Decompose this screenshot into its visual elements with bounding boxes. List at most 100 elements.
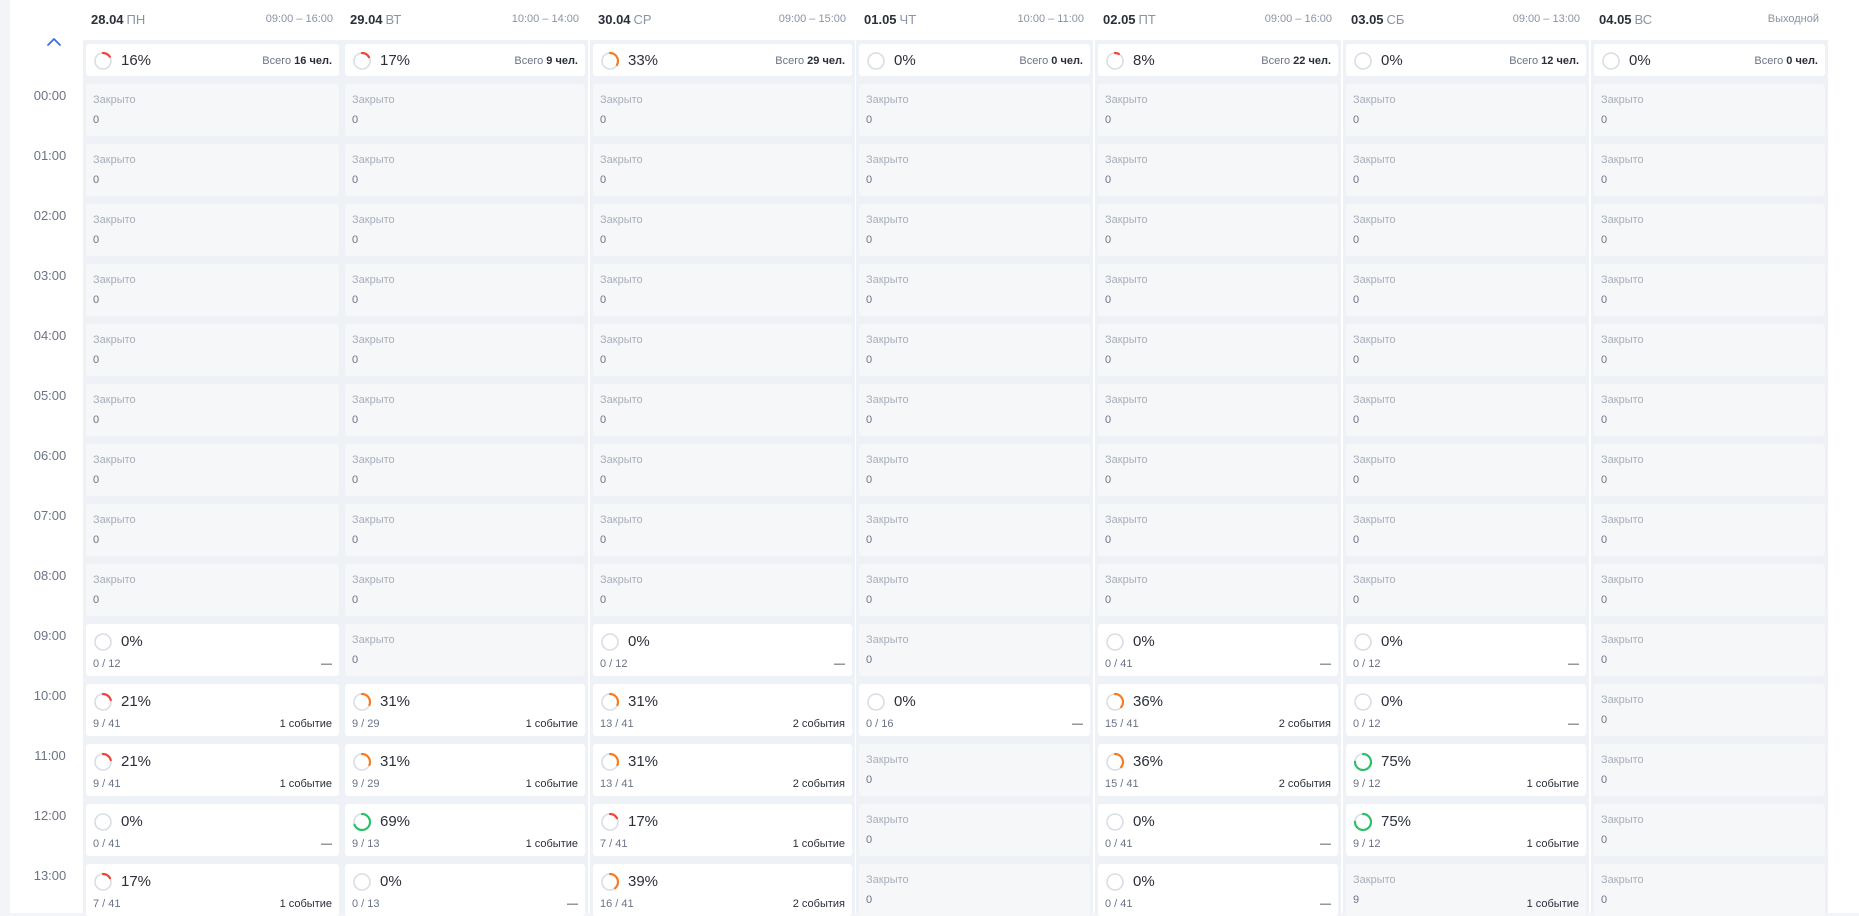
day-summary[interactable]: 0% Всего 12 чел.: [1346, 44, 1586, 76]
slot-closed[interactable]: Закрыто 0: [345, 204, 585, 256]
slot-closed[interactable]: Закрыто 0: [1594, 744, 1825, 796]
slot-closed[interactable]: Закрыто 0: [1594, 384, 1825, 436]
slot-closed[interactable]: Закрыто 0: [859, 444, 1090, 496]
slot-closed[interactable]: Закрыто 0: [593, 504, 852, 556]
slot-closed[interactable]: Закрыто 0: [593, 144, 852, 196]
slot-cell[interactable]: 0% 0 / 16 —: [859, 684, 1090, 736]
slot-closed[interactable]: Закрыто 0: [1098, 444, 1338, 496]
slot-closed[interactable]: Закрыто 0: [345, 84, 585, 136]
slot-cell[interactable]: 0% 0 / 12 —: [1346, 624, 1586, 676]
slot-closed[interactable]: Закрыто 0: [1346, 564, 1586, 616]
slot-cell[interactable]: 0% 0 / 41 —: [1098, 864, 1338, 916]
slot-cell[interactable]: 69% 9 / 13 1 событие: [345, 804, 585, 856]
slot-closed[interactable]: Закрыто 0: [859, 264, 1090, 316]
slot-closed[interactable]: Закрыто 0: [1346, 504, 1586, 556]
slot-cell[interactable]: 36% 15 / 41 2 события: [1098, 744, 1338, 796]
slot-cell[interactable]: 31% 9 / 29 1 событие: [345, 744, 585, 796]
slot-closed[interactable]: Закрыто 0: [1594, 804, 1825, 856]
slot-cell[interactable]: 0% 0 / 41 —: [1098, 624, 1338, 676]
slot-closed[interactable]: Закрыто 0: [593, 324, 852, 376]
slot-closed[interactable]: Закрыто 0: [1594, 144, 1825, 196]
slot-closed[interactable]: Закрыто 0: [86, 204, 339, 256]
slot-closed[interactable]: Закрыто 0: [859, 84, 1090, 136]
slot-closed[interactable]: Закрыто 0: [859, 504, 1090, 556]
slot-closed[interactable]: Закрыто 0: [86, 144, 339, 196]
slot-closed[interactable]: Закрыто 0: [1098, 84, 1338, 136]
slot-cell[interactable]: 0% 0 / 12 —: [86, 624, 339, 676]
slot-closed[interactable]: Закрыто 0: [86, 504, 339, 556]
slot-closed[interactable]: Закрыто 0: [1594, 504, 1825, 556]
day-summary[interactable]: 17% Всего 9 чел.: [345, 44, 585, 76]
day-summary[interactable]: 0% Всего 0 чел.: [1594, 44, 1825, 76]
day-header[interactable]: 03.05 СБ 09:00 – 13:00: [1351, 12, 1586, 32]
slot-closed[interactable]: Закрыто 9 1 событие: [1346, 864, 1586, 916]
slot-closed[interactable]: Закрыто 0: [86, 384, 339, 436]
slot-closed[interactable]: Закрыто 0: [859, 324, 1090, 376]
slot-closed[interactable]: Закрыто 0: [1594, 324, 1825, 376]
slot-closed[interactable]: Закрыто 0: [1098, 564, 1338, 616]
slot-closed[interactable]: Закрыто 0: [1594, 204, 1825, 256]
slot-closed[interactable]: Закрыто 0: [1098, 144, 1338, 196]
slot-closed[interactable]: Закрыто 0: [345, 324, 585, 376]
slot-closed[interactable]: Закрыто 0: [1346, 144, 1586, 196]
slot-closed[interactable]: Закрыто 0: [1346, 264, 1586, 316]
slot-cell[interactable]: 0% 0 / 41 —: [1098, 804, 1338, 856]
slot-closed[interactable]: Закрыто 0: [859, 804, 1090, 856]
slot-closed[interactable]: Закрыто 0: [345, 444, 585, 496]
day-header[interactable]: 30.04 СР 09:00 – 15:00: [598, 12, 852, 32]
day-summary[interactable]: 8% Всего 22 чел.: [1098, 44, 1338, 76]
slot-cell[interactable]: 31% 13 / 41 2 события: [593, 684, 852, 736]
slot-closed[interactable]: Закрыто 0: [593, 564, 852, 616]
day-summary[interactable]: 0% Всего 0 чел.: [859, 44, 1090, 76]
slot-closed[interactable]: Закрыто 0: [86, 84, 339, 136]
slot-cell[interactable]: 36% 15 / 41 2 события: [1098, 684, 1338, 736]
slot-closed[interactable]: Закрыто 0: [1098, 264, 1338, 316]
slot-closed[interactable]: Закрыто 0: [1346, 84, 1586, 136]
day-summary[interactable]: 33% Всего 29 чел.: [593, 44, 852, 76]
slot-closed[interactable]: Закрыто 0: [593, 84, 852, 136]
slot-closed[interactable]: Закрыто 0: [1594, 624, 1825, 676]
scroll-up-button[interactable]: [44, 32, 64, 52]
slot-closed[interactable]: Закрыто 0: [1346, 384, 1586, 436]
slot-cell[interactable]: 21% 9 / 41 1 событие: [86, 684, 339, 736]
slot-cell[interactable]: 0% 0 / 41 —: [86, 804, 339, 856]
day-header[interactable]: 02.05 ПТ 09:00 – 16:00: [1103, 12, 1338, 32]
slot-closed[interactable]: Закрыто 0: [593, 204, 852, 256]
day-header[interactable]: 01.05 ЧТ 10:00 – 11:00: [864, 12, 1090, 32]
slot-closed[interactable]: Закрыто 0: [345, 564, 585, 616]
slot-closed[interactable]: Закрыто 0: [859, 864, 1090, 916]
slot-closed[interactable]: Закрыто 0: [345, 144, 585, 196]
slot-closed[interactable]: Закрыто 0: [859, 144, 1090, 196]
slot-closed[interactable]: Закрыто 0: [1346, 324, 1586, 376]
slot-closed[interactable]: Закрыто 0: [86, 324, 339, 376]
slot-closed[interactable]: Закрыто 0: [1594, 564, 1825, 616]
slot-cell[interactable]: 39% 16 / 41 2 события: [593, 864, 852, 916]
slot-closed[interactable]: Закрыто 0: [1098, 504, 1338, 556]
slot-closed[interactable]: Закрыто 0: [345, 504, 585, 556]
slot-closed[interactable]: Закрыто 0: [86, 264, 339, 316]
slot-cell[interactable]: 75% 9 / 12 1 событие: [1346, 804, 1586, 856]
slot-closed[interactable]: Закрыто 0: [1346, 204, 1586, 256]
slot-closed[interactable]: Закрыто 0: [86, 444, 339, 496]
slot-closed[interactable]: Закрыто 0: [345, 384, 585, 436]
slot-closed[interactable]: Закрыто 0: [345, 624, 585, 676]
day-header[interactable]: 28.04 ПН 09:00 – 16:00: [91, 12, 339, 32]
slot-closed[interactable]: Закрыто 0: [859, 204, 1090, 256]
day-header[interactable]: 04.05 ВС Выходной: [1599, 12, 1825, 32]
slot-closed[interactable]: Закрыто 0: [1594, 864, 1825, 916]
slot-closed[interactable]: Закрыто 0: [1594, 264, 1825, 316]
slot-cell[interactable]: 17% 7 / 41 1 событие: [86, 864, 339, 916]
slot-cell[interactable]: 0% 0 / 12 —: [1346, 684, 1586, 736]
slot-closed[interactable]: Закрыто 0: [86, 564, 339, 616]
slot-closed[interactable]: Закрыто 0: [859, 744, 1090, 796]
day-summary[interactable]: 16% Всего 16 чел.: [86, 44, 339, 76]
day-header[interactable]: 29.04 ВТ 10:00 – 14:00: [350, 12, 585, 32]
slot-closed[interactable]: Закрыто 0: [593, 264, 852, 316]
slot-cell[interactable]: 75% 9 / 12 1 событие: [1346, 744, 1586, 796]
slot-closed[interactable]: Закрыто 0: [345, 264, 585, 316]
slot-closed[interactable]: Закрыто 0: [1594, 444, 1825, 496]
slot-closed[interactable]: Закрыто 0: [1346, 444, 1586, 496]
slot-cell[interactable]: 31% 13 / 41 2 события: [593, 744, 852, 796]
slot-cell[interactable]: 21% 9 / 41 1 событие: [86, 744, 339, 796]
slot-closed[interactable]: Закрыто 0: [859, 384, 1090, 436]
